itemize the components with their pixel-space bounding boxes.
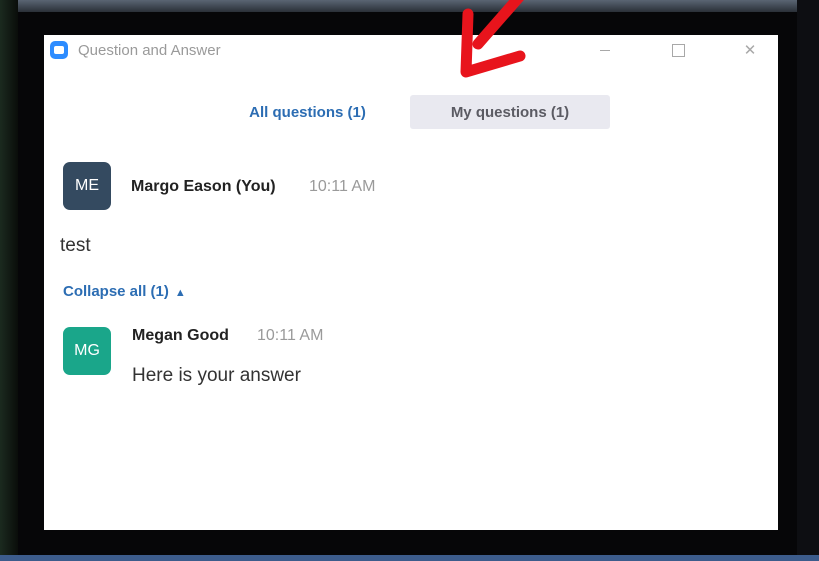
- avatar: ME: [63, 162, 111, 210]
- answer-author: Megan Good: [132, 327, 229, 344]
- background-right-edge: [797, 0, 819, 561]
- tab-all-questions[interactable]: All questions (1): [205, 95, 410, 129]
- maximize-icon: [671, 43, 685, 57]
- close-button[interactable]: ✕: [727, 35, 773, 65]
- question-time: 10:11 AM: [309, 178, 376, 195]
- avatar: MG: [63, 327, 111, 375]
- collapse-all-link[interactable]: Collapse all (1) ▲: [63, 283, 186, 300]
- answer-text: Here is your answer: [132, 365, 301, 386]
- screen-background: Question and Answer ✕ All questions (1) …: [0, 0, 819, 561]
- minimize-icon: [600, 49, 610, 51]
- close-icon: ✕: [743, 41, 757, 59]
- question-text: test: [60, 235, 91, 256]
- minimize-button[interactable]: [582, 35, 628, 65]
- question-author: Margo Eason (You): [131, 178, 276, 195]
- question-tabs: All questions (1) My questions (1): [205, 95, 610, 129]
- window-title: Question and Answer: [78, 42, 221, 59]
- zoom-app-icon: [50, 41, 68, 59]
- maximize-button[interactable]: [655, 35, 701, 65]
- tab-my-questions[interactable]: My questions (1): [410, 95, 610, 129]
- qa-window: Question and Answer ✕ All questions (1) …: [44, 35, 778, 530]
- collapse-all-label: Collapse all (1): [63, 283, 169, 300]
- background-app-strip: [0, 0, 819, 12]
- background-bottom-edge: [0, 555, 819, 561]
- background-left-edge: [0, 0, 18, 561]
- title-bar: Question and Answer ✕: [44, 35, 778, 67]
- chevron-up-icon: ▲: [174, 287, 186, 299]
- answer-time: 10:11 AM: [257, 327, 324, 344]
